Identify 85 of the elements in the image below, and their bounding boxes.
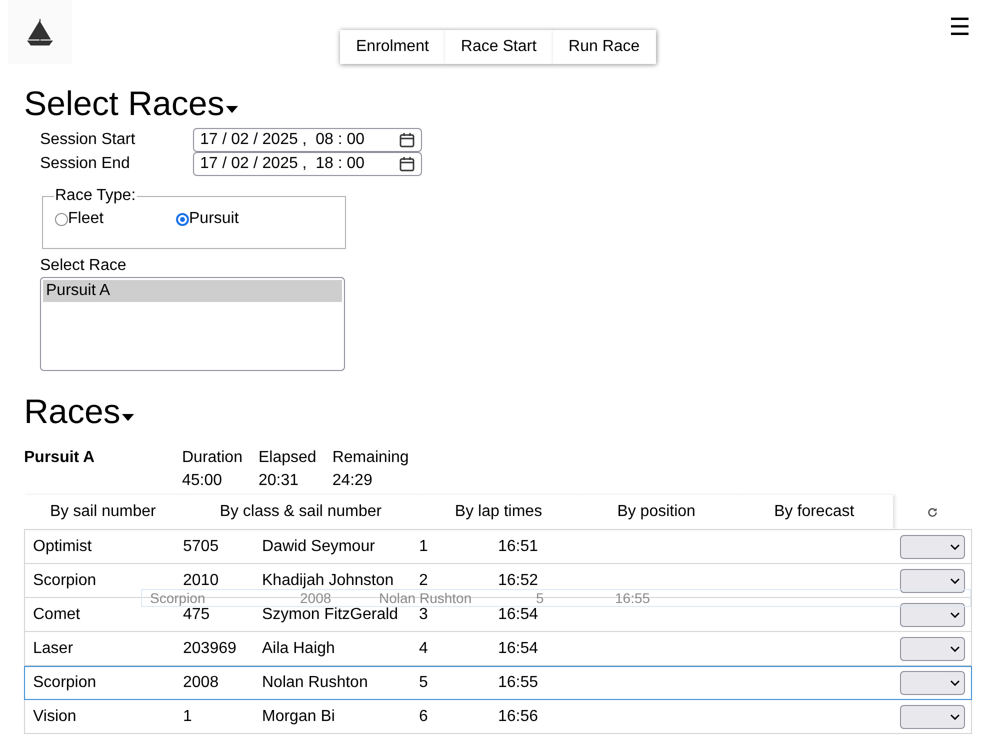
race-row[interactable]: Laser 203969 Aila Haigh 4 16:54 (24, 632, 972, 666)
position-cell: 6 (419, 708, 428, 724)
position-cell: 3 (419, 606, 428, 622)
stat-value: 20:31 (258, 471, 300, 491)
select-dropdown[interactable] (900, 568, 965, 592)
select-dropdown[interactable] (900, 671, 965, 695)
class-cell: Laser (33, 640, 74, 656)
select-dropdown[interactable] (900, 636, 965, 660)
field-value: 17 / 02 / 2025 , 08 : 00 (200, 130, 365, 150)
chevron-down-icon (950, 714, 960, 720)
nav-button[interactable]: Race Start (444, 30, 553, 64)
radio-button[interactable] (176, 212, 189, 226)
position-cell: 5 (419, 674, 428, 691)
stat-label: Remaining (332, 448, 409, 468)
chevron-down-icon (950, 612, 960, 618)
caret-icon (226, 106, 238, 114)
sail-number-cell: 475 (183, 606, 210, 622)
field-value: 17 / 02 / 2025 , 18 : 00 (200, 154, 365, 174)
menu-button[interactable]: ☰ (949, 16, 971, 40)
position-cell: 2 (419, 572, 428, 588)
section-heading[interactable]: Select Races (24, 80, 972, 128)
sail-number-cell: 2008 (183, 674, 219, 691)
listbox-option[interactable]: Pursuit A (43, 280, 342, 302)
stat-label: Duration (182, 448, 242, 468)
heading-text: Select Races (24, 84, 224, 125)
sail-number-cell: 203969 (183, 640, 236, 656)
field-label: Session Start (40, 130, 136, 150)
sort-tab[interactable]: By class & sail number (182, 495, 420, 529)
stat-value: 24:29 (332, 471, 374, 491)
calendar-icon (399, 156, 415, 172)
time-cell: 16:52 (498, 572, 538, 588)
stat-label: Elapsed (258, 448, 316, 468)
caret-icon (122, 414, 134, 422)
time-cell: 16:54 (498, 640, 538, 656)
datetime-field[interactable]: 17 / 02 / 2025 , 08 : 00 (193, 128, 422, 152)
sailboat-icon (26, 17, 54, 47)
datetime-field[interactable]: 17 / 02 / 2025 , 18 : 00 (193, 152, 422, 176)
calendar-icon (399, 132, 415, 148)
time-cell: 16:55 (498, 674, 538, 691)
sort-tab[interactable]: By forecast (735, 495, 894, 529)
select-dropdown[interactable] (900, 534, 965, 558)
sail-number-cell: 1 (183, 708, 192, 724)
race-name: Pursuit A (24, 448, 96, 468)
chevron-down-icon (950, 544, 960, 550)
race-listbox[interactable]: Pursuit A (40, 277, 345, 371)
race-row[interactable]: Scorpion 2008 Nolan Rushton 5 16:55 (24, 666, 972, 700)
chevron-down-icon (950, 578, 960, 584)
logo-tile[interactable] (8, 0, 72, 64)
class-cell: Comet (33, 606, 80, 622)
heading-text: Races (24, 392, 120, 433)
class-cell: Scorpion (33, 674, 96, 691)
select-dropdown[interactable] (900, 704, 965, 728)
race-row[interactable]: Vision 1 Morgan Bi 6 16:56 (24, 700, 972, 734)
radio-option[interactable]: Fleet (55, 207, 176, 231)
time-cell: 16:51 (498, 538, 538, 554)
chevron-down-icon (950, 646, 960, 652)
class-cell: Optimist (33, 538, 92, 554)
sort-tab[interactable]: By sail number (24, 495, 182, 529)
position-cell: 1 (419, 538, 428, 554)
radio-button[interactable] (55, 212, 68, 226)
sort-tab[interactable]: By lap times (420, 495, 578, 529)
select-dropdown[interactable] (900, 602, 965, 626)
helm-cell: Dawid Seymour (262, 538, 375, 554)
stat-value: 45:00 (182, 471, 224, 491)
race-row[interactable]: Optimist 5705 Dawid Seymour 1 16:51 (24, 530, 972, 564)
group-legend: Race Type: (54, 187, 137, 205)
helm-cell: Szymon FitzGerald (262, 606, 398, 622)
helm-cell: Nolan Rushton (262, 674, 368, 691)
sail-number-cell: 5705 (183, 538, 219, 554)
sail-number-cell: 2010 (183, 572, 219, 588)
chevron-down-icon (950, 680, 960, 686)
sort-tab[interactable]: By position (577, 495, 736, 529)
helm-cell: Aila Haigh (262, 640, 335, 656)
section-heading[interactable]: Races (24, 388, 972, 436)
refresh-icon (927, 506, 938, 518)
radio-option[interactable]: Pursuit (176, 207, 297, 231)
position-cell: 4 (419, 640, 428, 656)
time-cell: 16:56 (498, 708, 538, 724)
helm-cell: Khadijah Johnston (262, 572, 394, 588)
class-cell: Vision (33, 708, 76, 724)
field-label: Select Race (40, 256, 128, 276)
time-cell: 16:54 (498, 606, 538, 622)
helm-cell: Morgan Bi (262, 708, 335, 724)
class-cell: Scorpion (33, 572, 96, 588)
field-label: Session End (40, 154, 131, 174)
